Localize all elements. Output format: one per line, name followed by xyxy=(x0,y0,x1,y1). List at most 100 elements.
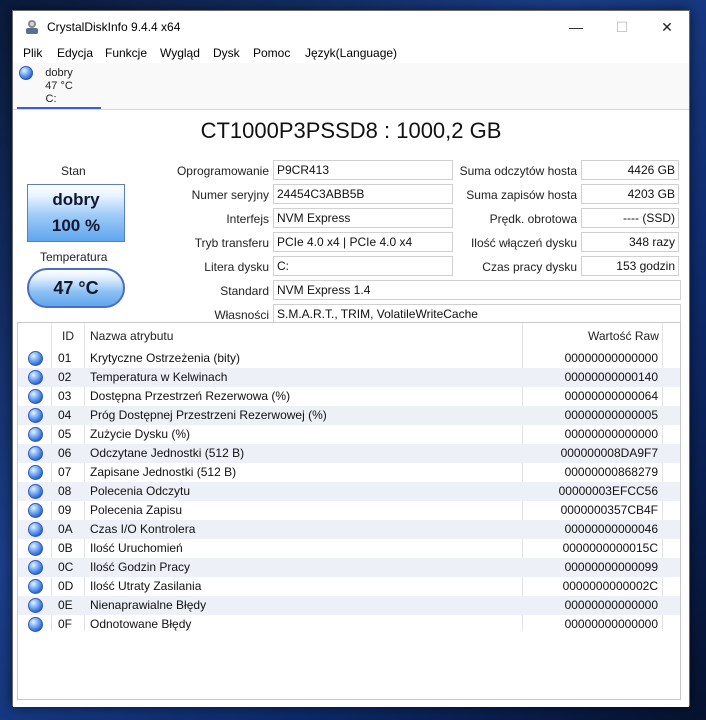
menu-wyglad[interactable]: Wygląd xyxy=(160,46,200,60)
attribute-raw-value: 00000000000005 xyxy=(564,408,658,422)
table-row[interactable]: 0B Ilość Uruchomień 0000000000015C xyxy=(18,539,680,558)
table-row[interactable]: 0C Ilość Godzin Pracy 00000000000099 xyxy=(18,558,680,577)
standard-label: Standard xyxy=(220,284,269,298)
health-status-icon xyxy=(28,484,43,499)
table-row[interactable]: 03 Dostępna Przestrzeń Rezerwowa (%) 00000… xyxy=(18,387,680,406)
firmware-value: P9CR413 xyxy=(273,160,453,180)
drive-bar: dobry 47 °C C: xyxy=(13,63,689,110)
minimize-button[interactable]: — xyxy=(553,11,599,43)
attribute-name: Odczytane Jednostki (512 B) xyxy=(90,446,245,460)
status-label: Stan xyxy=(61,164,86,178)
menu-funkcje[interactable]: Funkcje xyxy=(105,46,147,60)
attribute-raw-value: 00000000000140 xyxy=(564,370,658,384)
attribute-id: 08 xyxy=(58,484,72,498)
attribute-raw-value: 000000008DA9F7 xyxy=(560,446,658,460)
temperature-value: 47 °C xyxy=(53,278,99,298)
attribute-name: Zapisane Jednostki (512 B) xyxy=(90,465,237,479)
main-panel: CT1000P3PSSD8 : 1000,2 GB Stan dobry 100… xyxy=(13,110,689,707)
attribute-raw-value: 00000000000064 xyxy=(564,389,658,403)
menu-bar: Plik Edycja Funkcje Wygląd Dysk Pomoc Ję… xyxy=(13,43,689,63)
attribute-raw-value: 00000000868279 xyxy=(564,465,658,479)
health-status-icon xyxy=(28,446,43,461)
table-row[interactable]: 06 Odczytane Jednostki (512 B) 000000008DA… xyxy=(18,444,680,463)
attribute-id: 07 xyxy=(58,465,72,479)
attribute-id: 0D xyxy=(58,579,74,593)
menu-edycja[interactable]: Edycja xyxy=(57,46,93,60)
attribute-name: Ilość Godzin Pracy xyxy=(90,560,191,574)
table-row[interactable]: 07 Zapisane Jednostki (512 B) 000000008682… xyxy=(18,463,680,482)
health-status-badge[interactable]: dobry 100 % xyxy=(27,184,125,242)
smart-attributes-table[interactable]: ID Nazwa atrybutu Wartość Raw 01 Krytyczn… xyxy=(17,322,681,700)
drive-tab-c[interactable]: dobry 47 °C C: xyxy=(17,63,101,109)
attribute-raw-value: 00000000000099 xyxy=(564,560,658,574)
attribute-raw-value: 00000000000000 xyxy=(564,598,658,612)
menu-jezyk[interactable]: Język(Language) xyxy=(305,46,397,60)
table-row[interactable]: 0E Nienaprawialne Błędy 00000000000000 xyxy=(18,596,680,615)
table-row[interactable]: 0F Odnotowane Błędy 00000000000000 xyxy=(18,615,680,634)
health-status-icon xyxy=(28,389,43,404)
attribute-name: Zużycie Dysku (%) xyxy=(90,427,191,441)
drive-letter-value: C: xyxy=(273,256,453,276)
app-window: CrystalDiskInfo 9.4.4 x64 — ☐ ✕ Plik Edy… xyxy=(12,10,690,707)
power-on-hours-label: Czas pracy dysku xyxy=(482,260,577,274)
title-bar[interactable]: CrystalDiskInfo 9.4.4 x64 — ☐ ✕ xyxy=(13,11,689,43)
table-row[interactable]: 04 Próg Dostępnej Przestrzeni Rezerwowej … xyxy=(18,406,680,425)
attribute-name: Polecenia Odczytu xyxy=(90,484,191,498)
health-status-icon xyxy=(28,408,43,423)
attribute-name: Krytyczne Ostrzeżenia (bity) xyxy=(90,351,241,365)
attribute-id: 0F xyxy=(58,617,73,631)
menu-dysk[interactable]: Dysk xyxy=(213,46,240,60)
rotation-speed-label: Prędk. obrotowa xyxy=(489,212,577,226)
header-attribute-name[interactable]: Nazwa atrybutu xyxy=(90,329,173,343)
attribute-name: Ilość Uruchomień xyxy=(90,541,183,555)
table-row[interactable]: 09 Polecenia Zapisu 0000000357CB4F xyxy=(18,501,680,520)
maximize-button[interactable]: ☐ xyxy=(599,11,645,43)
temperature-badge[interactable]: 47 °C xyxy=(27,268,125,308)
features-label: Własności xyxy=(214,308,269,322)
maximize-icon: ☐ xyxy=(615,19,629,35)
close-icon: ✕ xyxy=(661,19,673,35)
attribute-id: 0A xyxy=(58,522,73,536)
drive-tab-temp: 47 °C xyxy=(45,80,73,92)
health-status-icon xyxy=(28,522,43,537)
menu-plik[interactable]: Plik xyxy=(23,46,42,60)
attribute-id: 02 xyxy=(58,370,72,384)
power-on-count-value: 348 razy xyxy=(581,232,679,252)
rotation-speed-value: ---- (SSD) xyxy=(581,208,679,228)
header-raw-value[interactable]: Wartość Raw xyxy=(588,329,659,343)
health-status-icon xyxy=(28,541,43,556)
attribute-name: Czas I/O Kontrolera xyxy=(90,522,196,536)
attribute-id: 0C xyxy=(58,560,74,574)
window-title: CrystalDiskInfo 9.4.4 x64 xyxy=(47,20,181,34)
attribute-raw-value: 0000000000002C xyxy=(562,579,658,593)
attribute-name: Próg Dostępnej Przestrzeni Rezerwowej (%… xyxy=(90,408,327,422)
disk-model-title: CT1000P3PSSD8 : 1000,2 GB xyxy=(200,118,502,143)
health-status-icon xyxy=(28,617,43,632)
host-reads-label: Suma odczytów hosta xyxy=(459,164,577,178)
table-row[interactable]: 02 Temperatura w Kelwinach 00000000000140 xyxy=(18,368,680,387)
close-button[interactable]: ✕ xyxy=(644,11,690,43)
table-row[interactable]: 05 Zużycie Dysku (%) 00000000000000 xyxy=(18,425,680,444)
power-on-hours-value: 153 godzin xyxy=(581,256,679,276)
header-id[interactable]: ID xyxy=(62,329,74,343)
menu-pomoc[interactable]: Pomoc xyxy=(253,46,290,60)
health-status-icon xyxy=(28,427,43,442)
table-row[interactable]: 01 Krytyczne Ostrzeżenia (bity) 0000000000… xyxy=(18,349,680,368)
attribute-raw-value: 0000000000015C xyxy=(562,541,658,555)
features-value: S.M.A.R.T., TRIM, VolatileWriteCache xyxy=(273,304,681,324)
attribute-id: 01 xyxy=(58,351,72,365)
attribute-name: Nienaprawialne Błędy xyxy=(90,598,207,612)
health-status-icon xyxy=(28,503,43,518)
table-row[interactable]: 0D Ilość Utraty Zasilania 0000000000002C xyxy=(18,577,680,596)
drive-tab-letter: C: xyxy=(45,93,57,105)
attribute-name: Temperatura w Kelwinach xyxy=(90,370,228,384)
health-status-icon xyxy=(28,370,43,385)
health-status-icon xyxy=(28,465,43,480)
attribute-raw-value: 00000000000000 xyxy=(564,427,658,441)
host-writes-label: Suma zapisów hosta xyxy=(466,188,577,202)
attribute-id: 03 xyxy=(58,389,72,403)
table-row[interactable]: 0A Czas I/O Kontrolera 00000000000046 xyxy=(18,520,680,539)
table-row[interactable]: 08 Polecenia Odczytu 00000003EFCC56 xyxy=(18,482,680,501)
serial-label: Numer seryjny xyxy=(191,188,269,202)
drive-tab-status: dobry xyxy=(45,67,73,79)
